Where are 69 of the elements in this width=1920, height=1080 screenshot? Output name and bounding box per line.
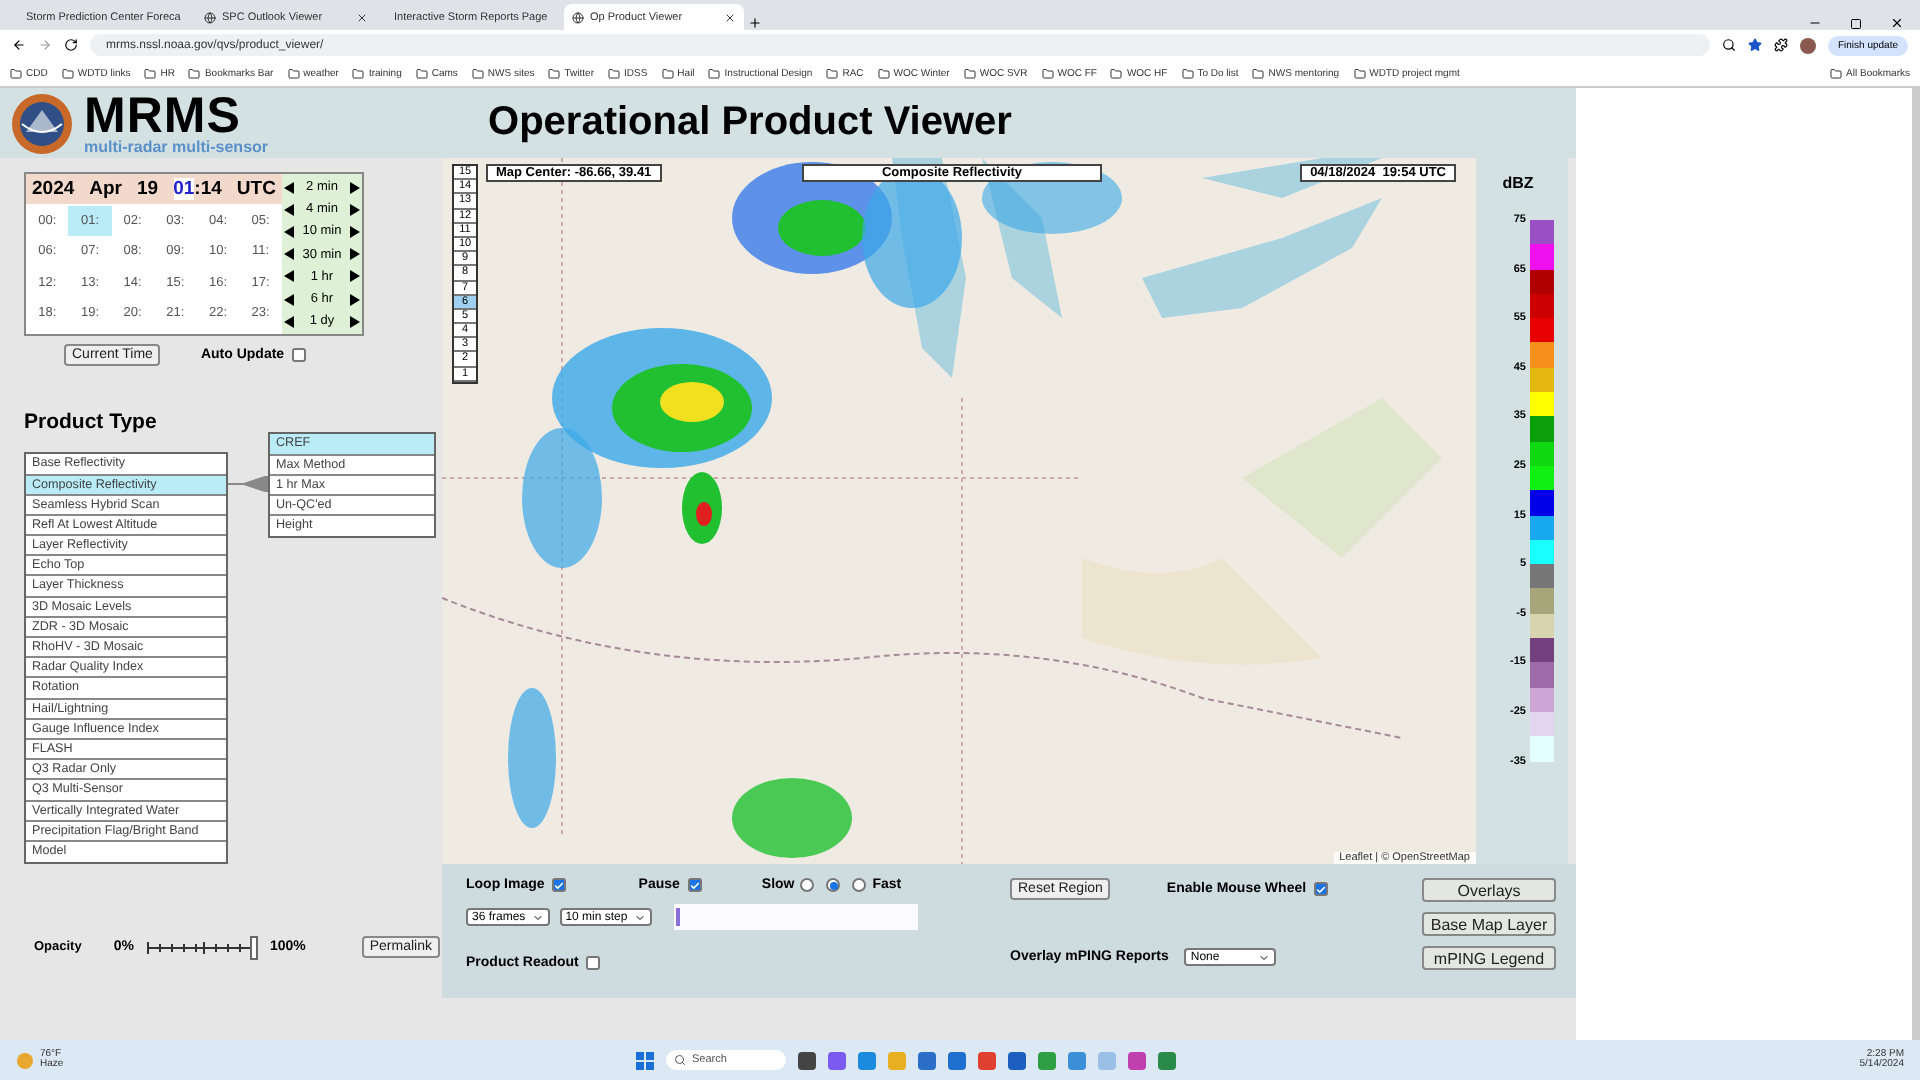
folder-icon: [188, 67, 201, 79]
minimize-icon[interactable]: [1808, 16, 1822, 30]
reload-icon[interactable]: [64, 38, 78, 52]
chevron-down-icon: [633, 911, 646, 923]
folder-icon: [352, 67, 365, 79]
folder-icon: [1181, 67, 1194, 79]
folder-icon: [1830, 67, 1843, 79]
folder-icon: [1041, 67, 1054, 79]
folder-icon: [661, 67, 674, 79]
opacity-slider[interactable]: [145, 937, 258, 958]
forward-icon[interactable]: [38, 38, 52, 52]
folder-icon: [826, 67, 839, 79]
timezone-text: UTC: [236, 178, 276, 200]
section-heading: Product Type: [24, 410, 159, 435]
folder-icon: [708, 67, 721, 79]
close-tab-icon[interactable]: [356, 11, 368, 23]
close-tab-icon[interactable]: [724, 11, 736, 23]
search-icon[interactable]: [1721, 38, 1736, 52]
folder-icon: [877, 67, 890, 79]
folder-icon: [608, 67, 620, 79]
folder-icon: [287, 67, 300, 79]
speed-radio[interactable]: [852, 878, 867, 892]
page-title: Operational Product Viewer: [488, 100, 1012, 146]
speed-radio[interactable]: [800, 878, 815, 892]
month-text: Apr: [89, 178, 123, 200]
folder-icon: [61, 67, 74, 79]
time-separator: :: [194, 178, 201, 200]
folder-icon: [1353, 67, 1366, 79]
folder-icon: [548, 67, 561, 79]
maximize-icon[interactable]: [1850, 18, 1862, 30]
close-icon[interactable]: [1890, 16, 1904, 30]
folder-icon: [10, 67, 22, 79]
folder-icon: [144, 67, 157, 79]
panel-button[interactable]: mPING Legend: [1422, 946, 1556, 970]
folder-icon: [1252, 67, 1265, 79]
speed-radio[interactable]: [826, 878, 841, 892]
folder-icon: [963, 67, 976, 79]
product-readout-checkbox[interactable]: [586, 956, 601, 970]
globe-icon: [204, 11, 216, 23]
legend-unit: dBZ: [1502, 174, 1534, 192]
day-text: 19: [137, 178, 159, 200]
chevron-down-icon: [531, 911, 544, 923]
globe-icon: [572, 11, 584, 23]
pause-checkbox[interactable]: [687, 878, 702, 892]
folder-icon: [415, 67, 428, 79]
logo-subtitle: multi-radar multi-sensor: [84, 139, 269, 155]
slider-thumb[interactable]: [249, 935, 258, 960]
minute-text: 14: [200, 178, 222, 200]
puzzle-icon[interactable]: [1773, 38, 1788, 52]
radar-map[interactable]: [442, 158, 1476, 864]
logo-title: MRMS: [84, 91, 241, 139]
search-icon: [674, 1054, 686, 1066]
hour-text: 01: [173, 178, 195, 200]
logo-icon: [10, 91, 74, 155]
year-text: 2024: [32, 178, 75, 200]
avatar-icon[interactable]: [1799, 37, 1816, 53]
panel-button[interactable]: Base Map Layer: [1422, 912, 1556, 936]
star-icon[interactable]: [1747, 38, 1762, 52]
windows-start-icon[interactable]: [636, 1051, 654, 1069]
back-icon[interactable]: [12, 38, 26, 52]
mouse-wheel-checkbox[interactable]: [1314, 882, 1329, 896]
panel-button[interactable]: Overlays: [1422, 878, 1556, 902]
loop-image-checkbox[interactable]: [552, 878, 567, 892]
chevron-down-icon: [1258, 951, 1271, 963]
auto-update-checkbox[interactable]: [292, 348, 307, 363]
new-tab-icon[interactable]: [748, 16, 762, 30]
folder-icon: [471, 67, 484, 79]
connector-arrow-icon: [228, 476, 268, 493]
folder-icon: [1110, 67, 1123, 79]
